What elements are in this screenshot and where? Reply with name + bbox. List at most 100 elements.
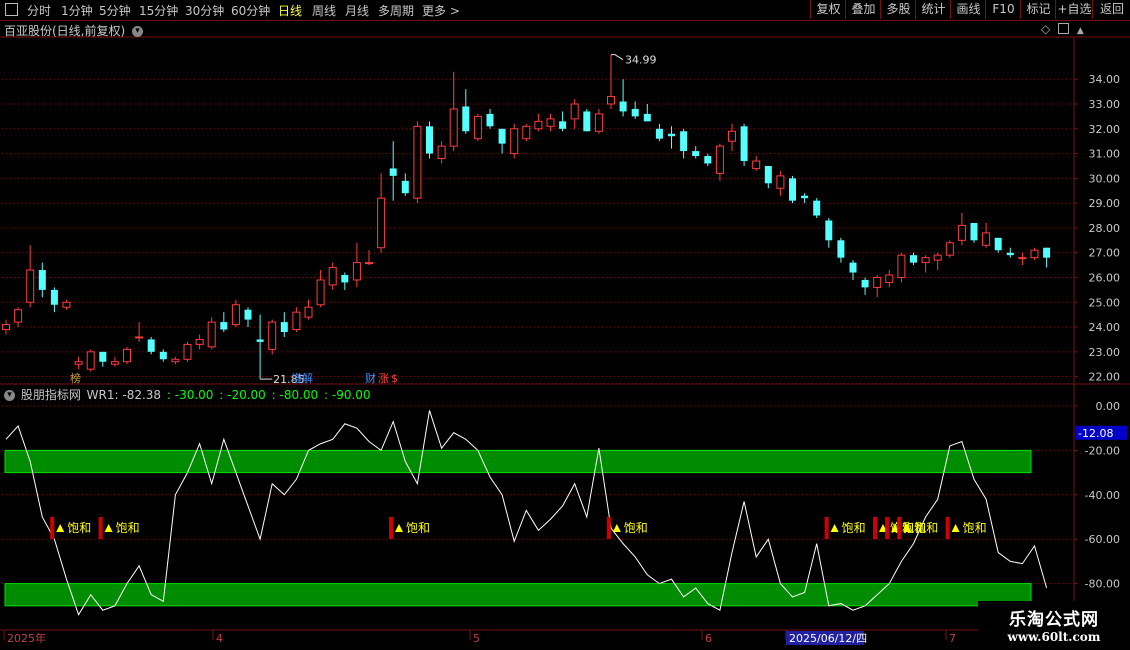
period-tab-4[interactable]: 30分钟: [185, 2, 224, 19]
signal-label: 饱和: [963, 520, 987, 535]
candle-body: [147, 339, 155, 352]
window-toggle-icon[interactable]: [1058, 23, 1070, 34]
candle-body: [413, 125, 422, 199]
candle-body: [619, 101, 627, 112]
toolbar-button-2[interactable]: 多股: [880, 0, 916, 19]
grid-menu-icon[interactable]: [5, 3, 18, 16]
signal-bar: [50, 517, 55, 539]
candle-body: [341, 275, 349, 283]
candle-body: [268, 321, 277, 350]
date-label: 7: [949, 632, 956, 645]
candle-body: [570, 103, 579, 120]
candle-body: [994, 237, 1002, 251]
toolbar-button-3[interactable]: 统计: [915, 0, 951, 19]
candle-body: [776, 175, 785, 189]
signal-bar: [824, 517, 829, 539]
signal-label: 饱和: [842, 520, 866, 535]
candle-body: [1030, 249, 1039, 259]
candle-body: [426, 126, 433, 154]
candle-body: [522, 125, 531, 140]
event-badge-1: 增解: [291, 371, 313, 385]
candle-body: [437, 145, 446, 160]
watermark-url: www.60lt.com: [1007, 630, 1101, 644]
diamond-icon[interactable]: ◇: [1041, 22, 1050, 36]
candle-body: [910, 255, 917, 263]
candle-body: [583, 111, 591, 132]
indicator-name: 股朋指标网: [20, 388, 81, 402]
period-tab-10[interactable]: 更多 >: [422, 2, 460, 19]
candle-body: [752, 160, 761, 169]
chart-controls: ◇ ▲: [1041, 22, 1084, 36]
candle-body: [849, 262, 857, 273]
price-tick-label: 33.00: [1089, 98, 1121, 111]
toolbar-button-7[interactable]: +自选: [1055, 0, 1093, 19]
candle-body: [655, 128, 663, 139]
toolbar-button-8[interactable]: 返回: [1092, 0, 1130, 19]
period-tab-6[interactable]: 日线: [278, 2, 302, 19]
candle-body: [486, 113, 494, 127]
period-tab-0[interactable]: 分时: [27, 2, 51, 19]
candle-body: [498, 128, 506, 144]
period-tab-9[interactable]: 多周期: [378, 2, 414, 19]
scroll-up-icon[interactable]: ▲: [1077, 26, 1084, 36]
candle-body: [449, 108, 458, 147]
toolbar-button-5[interactable]: F10: [985, 0, 1021, 19]
price-tick-label: 27.00: [1089, 247, 1121, 260]
event-badge-0: 榜: [70, 371, 81, 385]
candle-body: [607, 96, 615, 105]
candle-body: [38, 270, 46, 290]
candle-body: [559, 121, 567, 129]
candle-body: [207, 321, 216, 348]
candle-body: [764, 165, 772, 184]
period-tab-7[interactable]: 周线: [312, 2, 336, 19]
candle-body: [1018, 257, 1027, 260]
signal-triangle: [56, 524, 65, 532]
indicator-tick-label: -60.00: [1085, 533, 1120, 546]
site-watermark: 乐淘公式网 www.60lt.com: [978, 601, 1130, 650]
high-pointer: [611, 54, 624, 61]
candle-body: [740, 126, 748, 161]
indicator-tick-label: -40.00: [1085, 489, 1120, 502]
period-tab-1[interactable]: 1分钟: [61, 2, 93, 19]
price-axis: 22.00 23.00 24.00 25.00 26.00 27.00 28.00 29.00…: [1074, 73, 1127, 591]
candle-body: [789, 178, 796, 201]
candle-body: [62, 301, 71, 308]
candle-body: [26, 269, 35, 303]
toolbar-button-4[interactable]: 画线: [950, 0, 986, 19]
price-tick-label: 31.00: [1089, 148, 1121, 161]
toolbar-button-6[interactable]: 标记: [1020, 0, 1056, 19]
event-badge-4: $: [391, 372, 398, 385]
candle-body: [244, 309, 252, 320]
candle-body: [171, 358, 180, 363]
chevron-down-icon[interactable]: ▾: [132, 26, 144, 37]
candle-body: [692, 151, 700, 157]
candle-body: [546, 118, 555, 127]
period-tab-2[interactable]: 5分钟: [99, 2, 131, 19]
signal-triangle: [395, 524, 403, 532]
price-tick-label: 29.00: [1089, 197, 1121, 210]
price-annotations: 34.9921.85榜 增解财涨 $: [70, 54, 657, 386]
current-value-label: -12.08: [1078, 427, 1113, 440]
candle-body: [231, 304, 240, 326]
event-badge-2: 财: [365, 371, 376, 385]
toolbar-button-1[interactable]: 叠加: [845, 0, 881, 19]
date-label: 4: [216, 632, 223, 645]
period-tab-3[interactable]: 15分钟: [139, 2, 178, 19]
toolbar-button-0[interactable]: 复权: [810, 0, 846, 19]
signal-bar: [98, 517, 103, 539]
signal-bar: [389, 517, 393, 539]
indicator-tick-label: -80.00: [1085, 578, 1120, 591]
candle-body: [74, 361, 83, 365]
indicator-chevron-icon[interactable]: ▾: [4, 390, 15, 401]
signal-bar: [606, 517, 611, 539]
indicator-tick-label: -20.00: [1085, 444, 1120, 457]
signal-bar: [897, 517, 902, 539]
date-label: 6: [705, 632, 712, 645]
candle-body: [401, 180, 409, 194]
signal-label: 饱和: [914, 520, 938, 535]
candle-body: [970, 222, 978, 241]
candle-body: [462, 106, 470, 132]
period-tab-5[interactable]: 60分钟: [231, 2, 270, 19]
period-tab-8[interactable]: 月线: [345, 2, 369, 19]
candlestick-series: [2, 54, 1051, 380]
